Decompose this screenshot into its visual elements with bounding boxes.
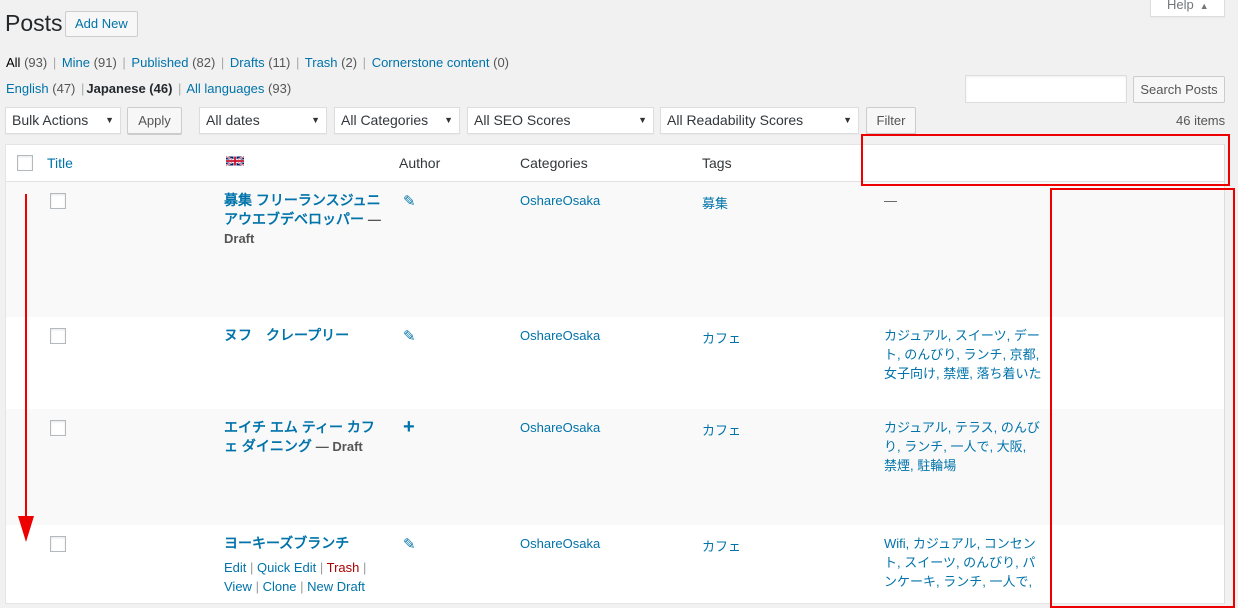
status-count-published: (82) bbox=[192, 55, 216, 70]
lang-count-english: (47) bbox=[52, 81, 76, 96]
post-title-link[interactable]: 募集 フリーランスジュニアウエブデベロッパー — Draft bbox=[224, 191, 384, 248]
view-link[interactable]: View bbox=[224, 579, 252, 594]
lang-count-japanese: (46) bbox=[149, 81, 173, 96]
post-title-link[interactable]: エイチ エム ティー カフェ ダイニング — Draft bbox=[224, 418, 384, 456]
status-count-drafts: (11) bbox=[268, 55, 291, 70]
row-actions: Edit | Quick Edit | Trash | View | Clone… bbox=[224, 560, 367, 594]
tags-cell: — bbox=[884, 193, 897, 208]
search-posts-button[interactable]: Search Posts bbox=[1133, 76, 1225, 103]
add-new-button[interactable]: Add New bbox=[65, 11, 138, 37]
table-row: エイチ エム ティー カフェ ダイニング — Draft + OshareOsa… bbox=[6, 409, 1224, 525]
tags-cell[interactable]: Wifi, カジュアル, コンセント, スイーツ, のんびり, パンケーキ, ラ… bbox=[884, 534, 1042, 591]
seo-scores-select[interactable]: All SEO Scores ▼ bbox=[467, 107, 654, 134]
row-checkbox[interactable] bbox=[50, 328, 66, 344]
filter-button[interactable]: Filter bbox=[866, 107, 916, 134]
status-filter-links: All (93) | Mine (91) | Published (82) | … bbox=[6, 55, 509, 70]
tag-category-link[interactable]: カフェ bbox=[702, 328, 741, 347]
select-all-checkbox[interactable] bbox=[17, 155, 33, 171]
help-label: Help bbox=[1167, 0, 1194, 12]
dates-value: All dates bbox=[206, 112, 260, 128]
caret-up-icon: ▲ bbox=[1199, 1, 1209, 11]
page-title: Posts bbox=[5, 10, 63, 36]
status-count-mine: (91) bbox=[93, 55, 117, 70]
column-categories: Categories bbox=[520, 155, 588, 171]
table-row: ヨーキーズブランチ Edit | Quick Edit | Trash | Vi… bbox=[6, 525, 1224, 605]
status-link-cornerstone[interactable]: Cornerstone content bbox=[372, 55, 490, 70]
new-draft-link[interactable]: New Draft bbox=[307, 579, 365, 594]
help-tab[interactable]: Help ▲ bbox=[1150, 0, 1225, 17]
column-author: Author bbox=[399, 155, 441, 171]
edit-link[interactable]: Edit bbox=[224, 560, 246, 575]
dropdown-arrow-icon: ▼ bbox=[444, 115, 453, 125]
clone-link[interactable]: Clone bbox=[263, 579, 297, 594]
status-link-trash[interactable]: Trash bbox=[305, 55, 338, 70]
status-count-all: (93) bbox=[24, 55, 48, 70]
annotation-arrow-head-icon bbox=[18, 516, 34, 542]
search-input[interactable] bbox=[965, 75, 1127, 103]
quick-edit-link[interactable]: Quick Edit bbox=[257, 560, 316, 575]
apply-button[interactable]: Apply bbox=[127, 107, 182, 134]
post-state: — Draft bbox=[315, 439, 363, 454]
tags-cell[interactable]: カジュアル, テラス, のんびり, ランチ, 一人で, 大阪, 禁煙, 駐輪場 bbox=[884, 418, 1042, 475]
lang-count-all: (93) bbox=[268, 81, 292, 96]
lang-link-japanese[interactable]: Japanese bbox=[86, 81, 145, 96]
lang-link-all[interactable]: All languages bbox=[186, 81, 264, 96]
plus-icon[interactable]: + bbox=[403, 416, 415, 439]
tag-category-link[interactable]: カフェ bbox=[702, 420, 741, 439]
pencil-icon[interactable]: ✎ bbox=[403, 327, 416, 345]
table-row: ヌフ クレープリー ✎ OshareOsaka カフェ カジュアル, スイーツ,… bbox=[6, 317, 1224, 409]
dropdown-arrow-icon: ▼ bbox=[105, 115, 114, 125]
tag-category-link[interactable]: 募集 bbox=[702, 193, 728, 212]
column-title[interactable]: Title bbox=[47, 155, 73, 171]
items-count: 46 items bbox=[1176, 113, 1226, 128]
table-row: 募集 フリーランスジュニアウエブデベロッパー — Draft ✎ OshareO… bbox=[6, 182, 1224, 317]
readability-scores-select[interactable]: All Readability Scores ▼ bbox=[660, 107, 859, 134]
category-link[interactable]: OshareOsaka bbox=[520, 536, 600, 551]
status-link-published[interactable]: Published bbox=[131, 55, 188, 70]
post-title[interactable]: ヌフ クレープリー bbox=[224, 327, 349, 343]
tag-category-link[interactable]: カフェ bbox=[702, 536, 741, 555]
status-link-drafts[interactable]: Drafts bbox=[230, 55, 265, 70]
row-checkbox[interactable] bbox=[50, 420, 66, 436]
annotation-box-column bbox=[1050, 188, 1235, 608]
dropdown-arrow-icon: ▼ bbox=[638, 115, 647, 125]
pencil-icon[interactable]: ✎ bbox=[403, 535, 416, 553]
seo-scores-value: All SEO Scores bbox=[474, 112, 571, 128]
row-checkbox[interactable] bbox=[50, 536, 66, 552]
tags-cell[interactable]: カジュアル, スイーツ, デート, のんびり, ランチ, 京都, 女子向け, 禁… bbox=[884, 326, 1042, 383]
post-title-link[interactable]: ヨーキーズブランチ bbox=[224, 534, 384, 553]
category-link[interactable]: OshareOsaka bbox=[520, 193, 600, 208]
dropdown-arrow-icon: ▼ bbox=[843, 115, 852, 125]
category-link[interactable]: OshareOsaka bbox=[520, 328, 600, 343]
pencil-icon[interactable]: ✎ bbox=[403, 192, 416, 210]
trash-link[interactable]: Trash bbox=[327, 560, 360, 575]
dropdown-arrow-icon: ▼ bbox=[311, 115, 320, 125]
dates-select[interactable]: All dates ▼ bbox=[199, 107, 327, 134]
posts-table: Title Author Categories Tags 募集 フリーランスジュ… bbox=[5, 144, 1225, 604]
column-tags: Tags bbox=[702, 155, 732, 171]
categories-select[interactable]: All Categories ▼ bbox=[334, 107, 460, 134]
annotation-arrow-line bbox=[25, 194, 27, 524]
status-count-trash: (2) bbox=[341, 55, 358, 70]
language-filter-links: English (47) | Japanese (46) | All langua… bbox=[6, 81, 292, 96]
bulk-actions-select[interactable]: Bulk Actions ▼ bbox=[5, 107, 121, 134]
readability-scores-value: All Readability Scores bbox=[667, 112, 804, 128]
post-title[interactable]: 募集 フリーランスジュニアウエブデベロッパー bbox=[224, 192, 381, 227]
categories-value: All Categories bbox=[341, 112, 429, 128]
bulk-actions-value: Bulk Actions bbox=[12, 112, 89, 128]
uk-flag-icon bbox=[226, 155, 244, 167]
status-count-cornerstone: (0) bbox=[493, 55, 509, 70]
post-title[interactable]: ヨーキーズブランチ bbox=[224, 535, 349, 551]
annotation-box-header bbox=[861, 134, 1230, 186]
category-link[interactable]: OshareOsaka bbox=[520, 420, 600, 435]
status-link-mine[interactable]: Mine bbox=[62, 55, 90, 70]
row-checkbox[interactable] bbox=[50, 193, 66, 209]
status-link-all[interactable]: All bbox=[6, 55, 20, 70]
post-title-link[interactable]: ヌフ クレープリー bbox=[224, 326, 384, 345]
lang-link-english[interactable]: English bbox=[6, 81, 49, 96]
